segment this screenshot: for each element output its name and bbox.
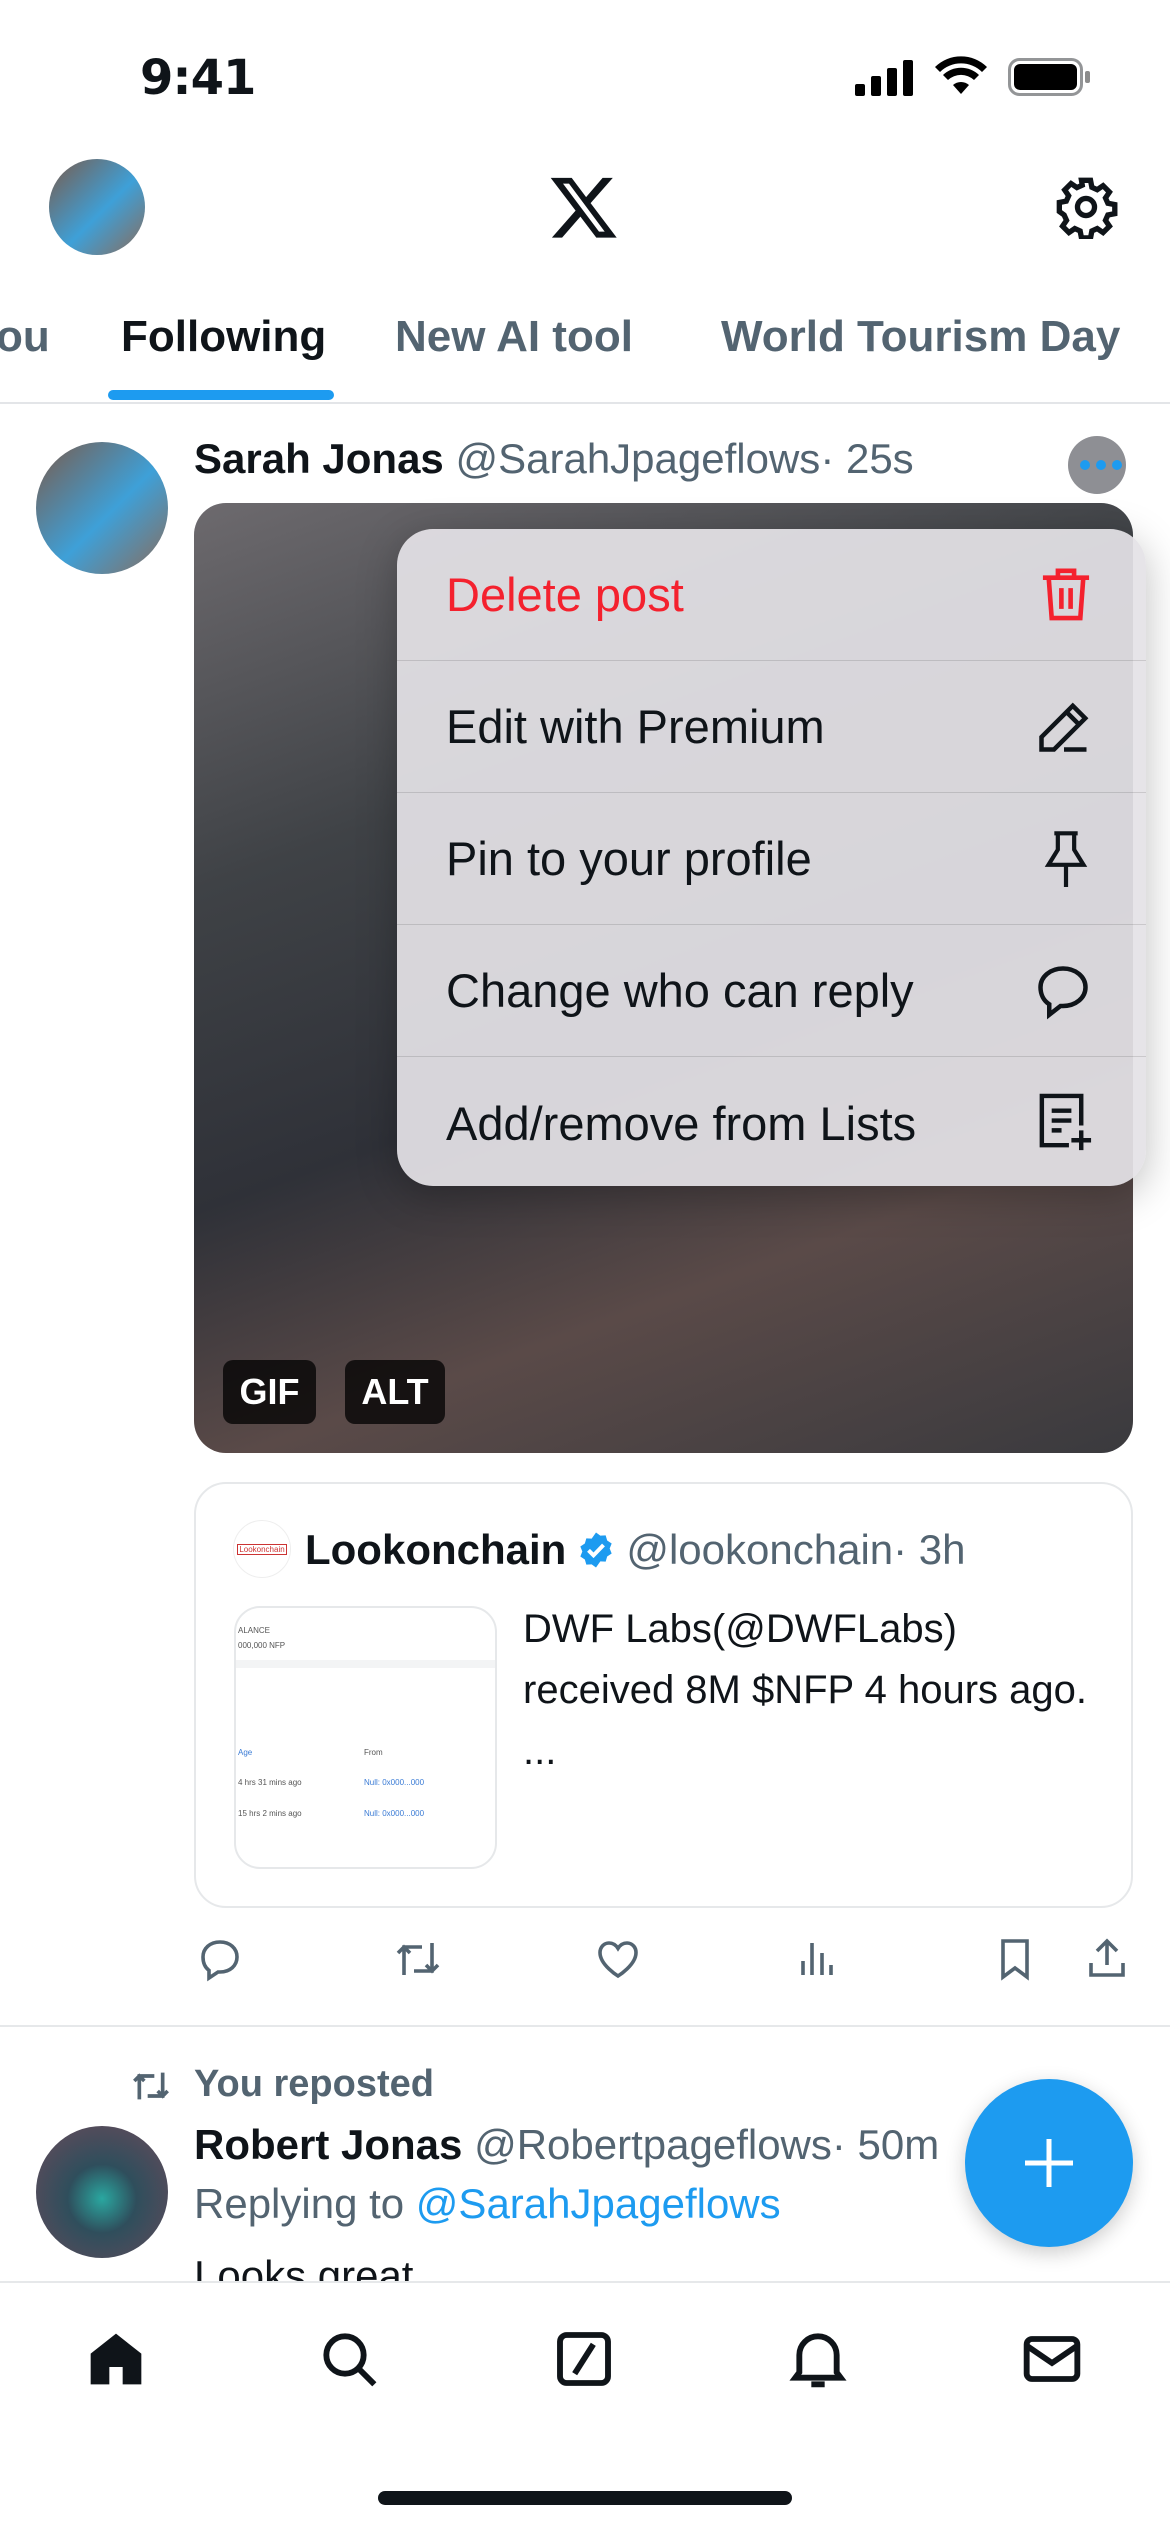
pin-icon [1044,830,1088,887]
repost-avatar[interactable] [36,2126,168,2258]
grok-icon[interactable] [552,2327,616,2391]
timeline-tabs: ou Following New AI tool World Tourism D… [0,300,1170,404]
list-add-icon [1039,1093,1092,1151]
verified-badge-icon [580,1532,613,1568]
repost-time: · 50m [831,2121,940,2168]
share-icon[interactable] [1083,1935,1131,1983]
battery-icon [1008,58,1090,96]
pencil-icon [1039,702,1089,752]
notifications-icon[interactable] [786,2327,850,2391]
compose-button[interactable] [965,2079,1133,2247]
tab-for-you[interactable]: ou [0,312,50,362]
gear-icon[interactable] [1054,175,1118,239]
replying-prefix: Replying to [194,2180,405,2227]
quote-time: · 3h [893,1526,966,1573]
views-icon[interactable] [793,1935,841,1983]
status-time: 9:41 [140,50,256,106]
post-time: · 25s [820,435,914,482]
repost-icon[interactable] [394,1935,442,1983]
post-header: Sarah Jonas @SarahJpageflows· 25s [194,435,914,483]
reply-icon[interactable] [196,1935,244,1983]
replying-to-link[interactable]: @SarahJpageflows [416,2180,781,2227]
author-name[interactable]: Sarah Jonas [194,435,444,482]
author-handle[interactable]: @SarahJpageflows [455,435,820,482]
menu-item-add-remove-lists[interactable]: Add/remove from Lists [397,1057,1146,1186]
active-tab-indicator [108,390,334,400]
search-icon[interactable] [317,2327,381,2391]
menu-item-edit-with-premium[interactable]: Edit with Premium [397,661,1146,793]
plus-icon [1025,2139,1073,2187]
menu-item-change-who-can-reply[interactable]: Change who can reply [397,925,1146,1057]
signal-icon [855,60,913,96]
quote-ellipsis: ... [523,1729,557,1773]
tab-world-tourism-day[interactable]: World Tourism Day [721,312,1120,362]
repost-author-handle[interactable]: @Robertpageflows [474,2121,832,2168]
tab-following[interactable]: Following [121,312,326,362]
bookmark-icon[interactable] [991,1935,1039,1983]
profile-avatar[interactable] [49,159,145,255]
quote-avatar: Lookonchain [233,1520,291,1578]
post-avatar[interactable] [36,442,168,574]
menu-item-delete-post[interactable]: Delete post [397,529,1146,661]
repost-indicator-icon [133,2072,169,2100]
more-options-button[interactable] [1068,436,1126,494]
home-icon[interactable] [84,2327,148,2391]
speech-bubble-icon [1038,965,1088,1019]
divider [0,2025,1170,2027]
repost-label: You reposted [194,2063,434,2105]
menu-item-pin-to-profile[interactable]: Pin to your profile [397,793,1146,925]
like-icon[interactable] [594,1935,642,1983]
quoted-post[interactable]: Lookonchain Lookonchain @lookonchain · 3h… [194,1482,1133,1908]
quote-thumbnail[interactable]: ALANCE 000,000 NFP Age From 4 hrs 31 min… [234,1606,497,1869]
messages-icon[interactable] [1020,2327,1084,2391]
quote-author-handle: @lookonchain [626,1526,894,1573]
alt-badge[interactable]: ALT [345,1360,445,1424]
repost-author-name[interactable]: Robert Jonas [194,2121,462,2168]
more-icon [1080,460,1122,470]
post-options-menu: Delete post Edit with Premium Pin to you… [397,529,1146,1186]
gif-badge: GIF [223,1360,316,1424]
wifi-icon [935,56,987,94]
quote-text: DWF Labs(@DWFLabs) received 8M $NFP 4 ho… [523,1607,1088,1712]
home-indicator [378,2491,792,2505]
x-logo[interactable] [546,171,622,243]
quote-author-name: Lookonchain [305,1526,567,1573]
trash-icon [1042,567,1090,620]
tab-new-ai-tool[interactable]: New AI tool [395,312,633,362]
